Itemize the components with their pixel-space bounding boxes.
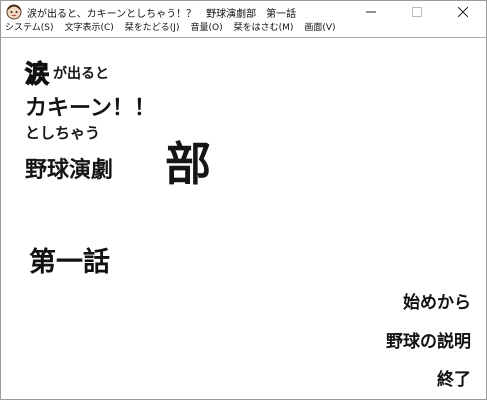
quit-button[interactable]: 終了 [437, 365, 471, 390]
game-screen: 涙が出ると カキーン！！ としちゃう 野球演劇 部 第一話 始めから 野球の説明… [1, 37, 486, 399]
logo-kanji-tears: 涙 [24, 59, 49, 88]
logo-line-3: としちゃう [25, 124, 101, 142]
episode-title: 第一話 [29, 247, 110, 278]
menu-text-display[interactable]: 文字表示(C) [64, 21, 113, 35]
menu-system[interactable]: システム(S) [5, 21, 53, 35]
logo-big-kanji-club: 部 [165, 137, 211, 191]
logo-line-4: 野球演劇 [25, 158, 114, 183]
logo-line-1: 涙が出ると [24, 54, 109, 89]
app-character-icon[interactable] [6, 4, 22, 20]
menu-volume[interactable]: 音量(O) [190, 21, 222, 35]
menu-bar: システム(S) 文字表示(C) 栞をたどる(J) 音量(O) 栞をはさむ(M) … [1, 20, 486, 36]
menu-screen[interactable]: 画面(V) [304, 21, 335, 35]
menu-follow-bookmark[interactable]: 栞をたどる(J) [125, 21, 180, 35]
title-logo: 涙が出ると カキーン！！ としちゃう 野球演劇 部 [24, 54, 225, 194]
menu-insert-bookmark[interactable]: 栞をはさむ(M) [234, 21, 294, 35]
logo-line-1-text: が出ると [53, 66, 109, 82]
baseball-explanation-button[interactable]: 野球の説明 [386, 327, 471, 352]
game-window: 涙が出ると、カキーンとしちゃう！？ 野球演劇部 第一話 システム(S) 文字表示… [0, 0, 487, 400]
start-button[interactable]: 始めから [403, 288, 471, 313]
logo-line-2: カキーン！！ [25, 96, 156, 121]
window-title: 涙が出ると、カキーンとしちゃう！？ 野球演劇部 第一話 [27, 9, 297, 20]
